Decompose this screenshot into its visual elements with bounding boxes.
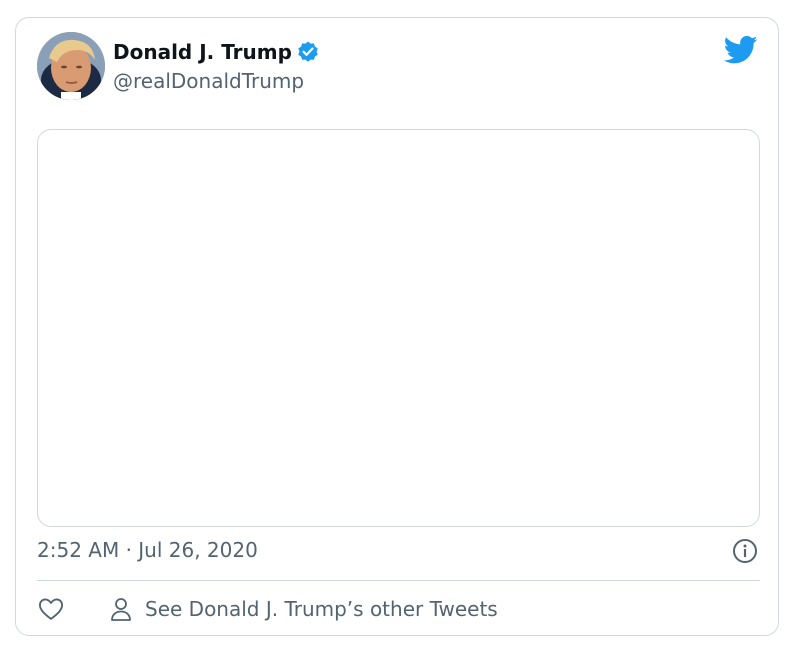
author-avatar[interactable] — [37, 32, 105, 100]
heart-icon[interactable] — [37, 595, 65, 623]
twitter-bird-icon[interactable] — [723, 35, 758, 65]
divider — [37, 580, 760, 581]
author-display-name[interactable]: Donald J. Trump — [113, 38, 292, 66]
person-icon[interactable] — [109, 596, 133, 622]
avatar-photo — [37, 32, 105, 100]
verified-badge-icon — [296, 40, 320, 64]
tweet-timestamp[interactable]: 2:52 AM · Jul 26, 2020 — [37, 536, 258, 564]
tweet-media-placeholder[interactable] — [37, 129, 760, 527]
author-name-row[interactable]: Donald J. Trump — [113, 38, 320, 66]
tweet-card: Donald J. Trump @realDonaldTrump 2:52 AM… — [15, 17, 779, 636]
see-other-tweets-link[interactable]: See Donald J. Trump’s other Tweets — [145, 595, 498, 623]
author-handle[interactable]: @realDonaldTrump — [113, 68, 304, 94]
info-icon[interactable] — [732, 538, 758, 564]
tweet-actions: See Donald J. Trump’s other Tweets — [37, 594, 498, 624]
